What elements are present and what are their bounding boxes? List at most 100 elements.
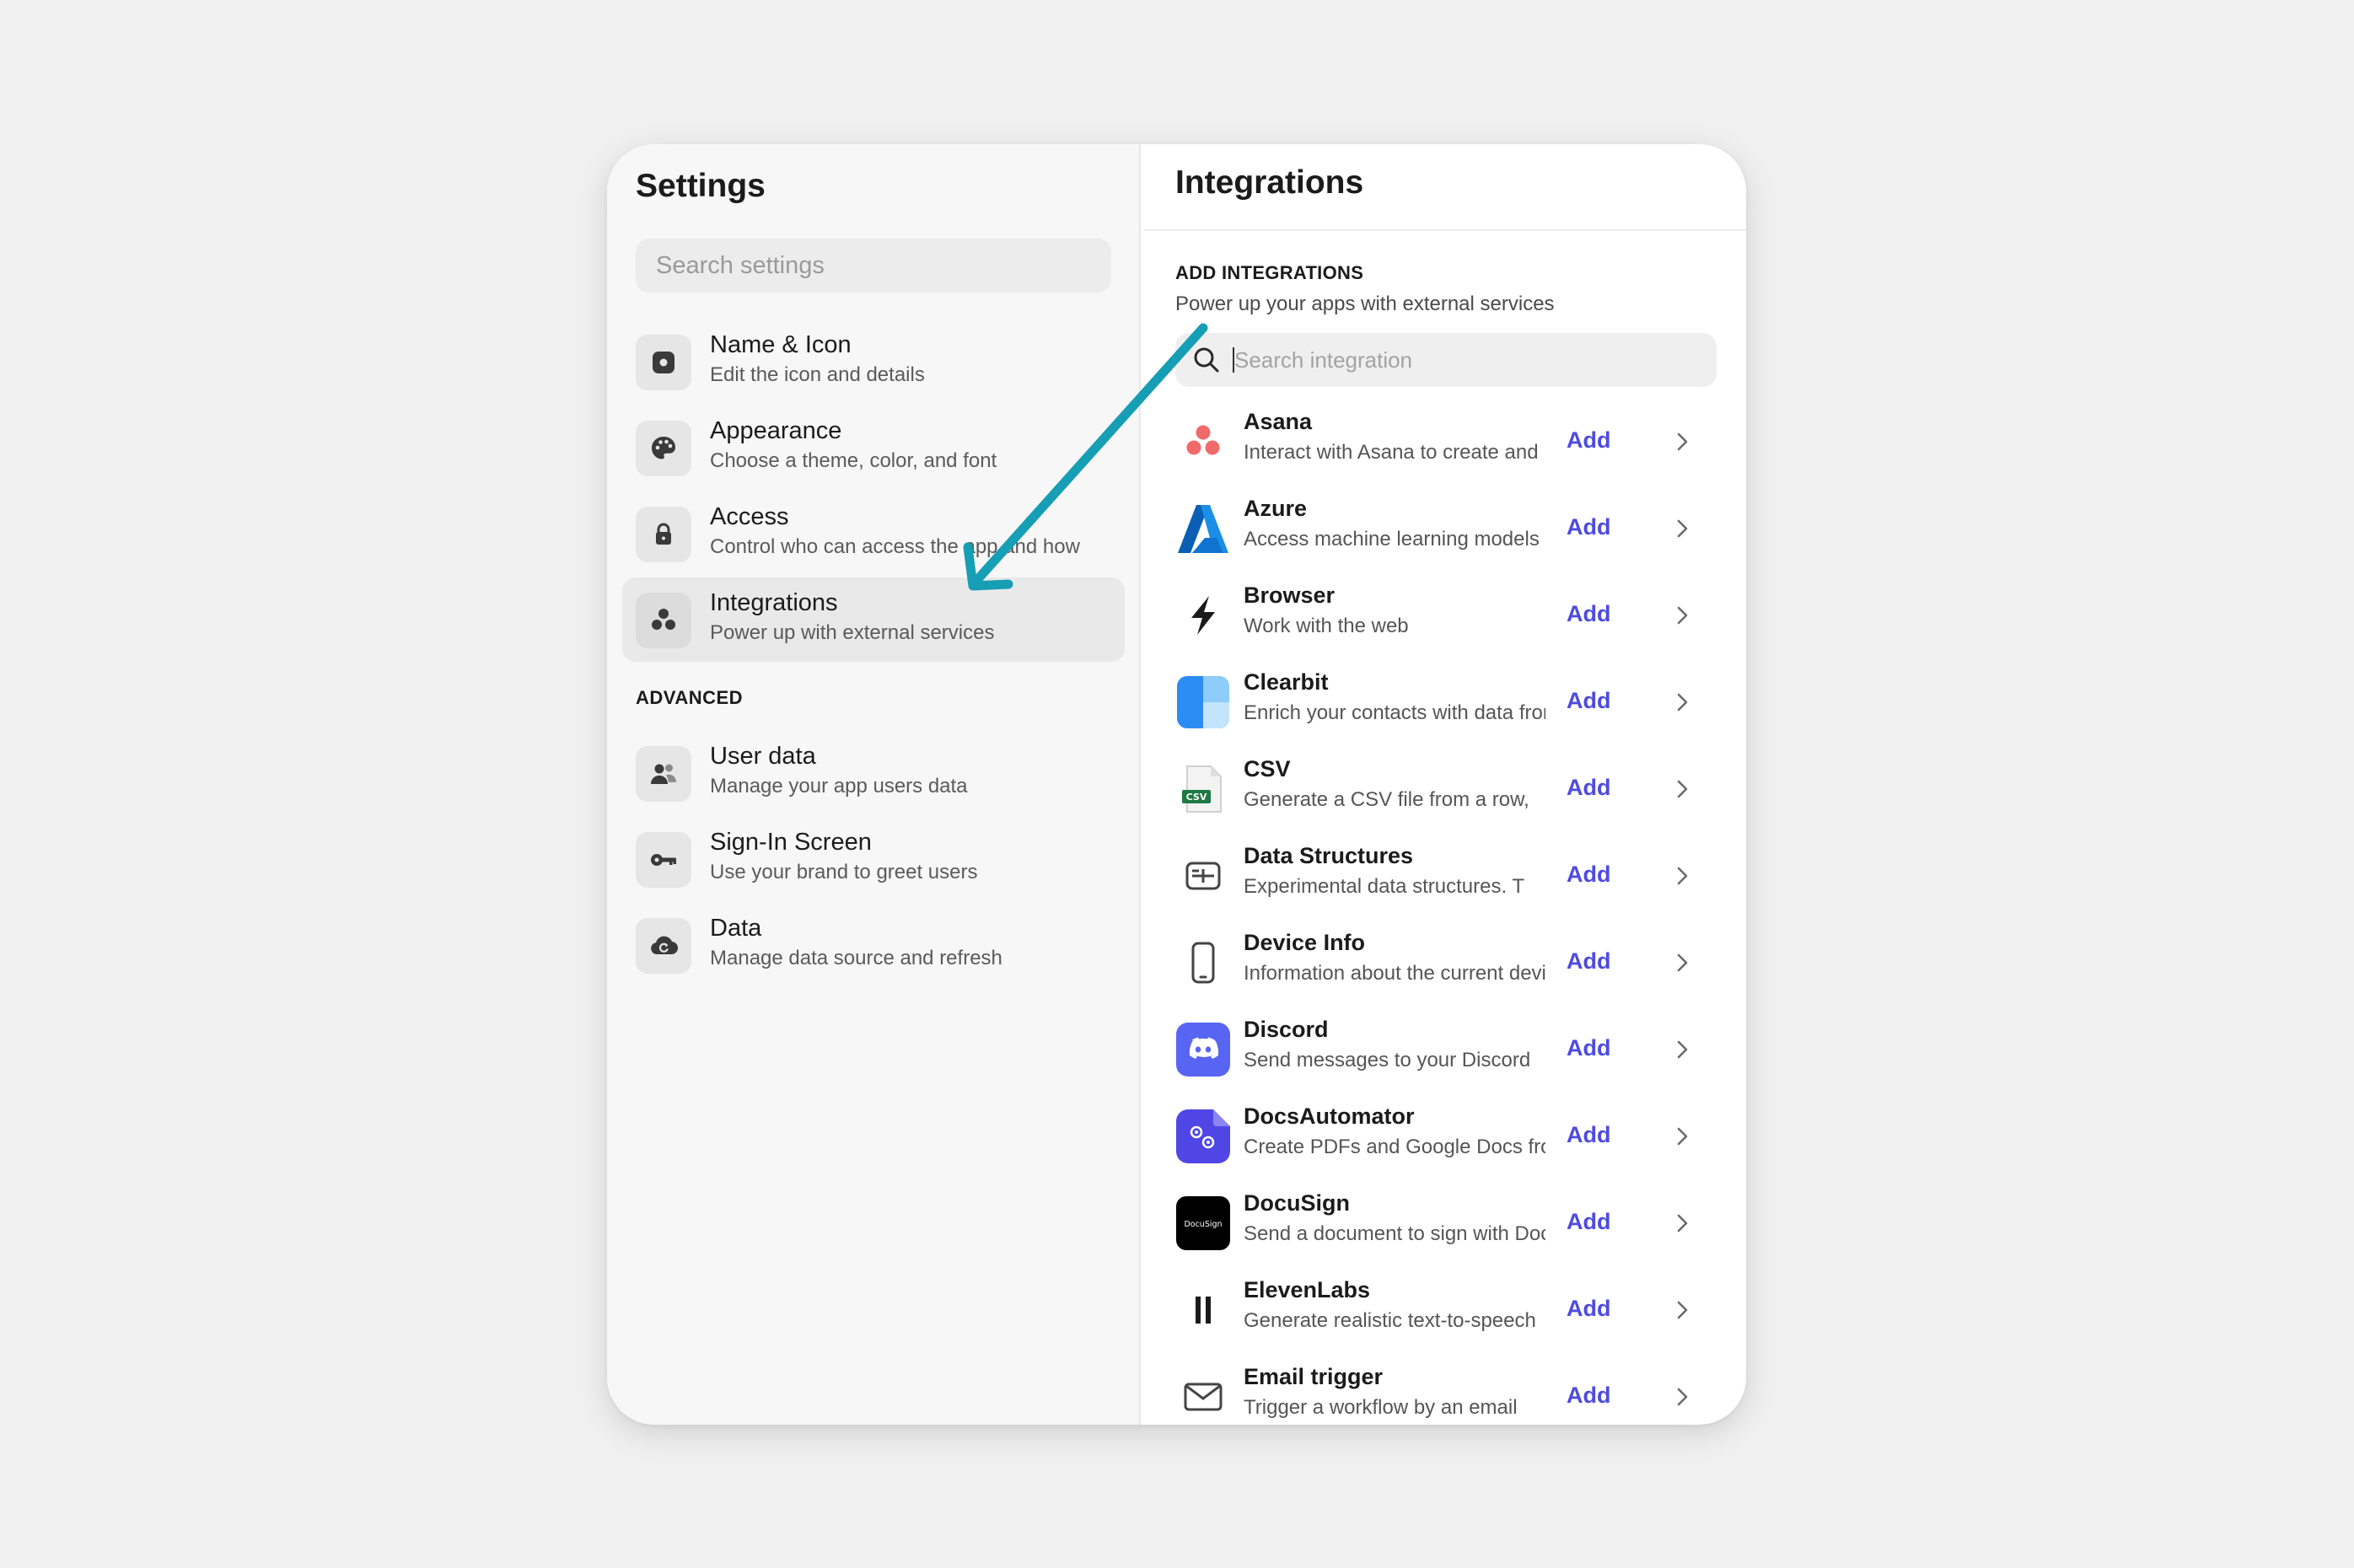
panel-divider	[1143, 229, 1746, 231]
add-integration-button[interactable]: Add	[1567, 514, 1610, 540]
add-integrations-heading: ADD INTEGRATIONS	[1175, 262, 1364, 283]
nav-item-appearance[interactable]: Appearance Choose a theme, color, and fo…	[622, 405, 1125, 490]
integration-name: Browser	[1244, 583, 1336, 608]
integration-name: CSV	[1244, 756, 1291, 781]
integration-row-docusign[interactable]: DocuSign DocuSign Send a document to sign …	[1172, 1180, 1728, 1267]
add-integration-button[interactable]: Add	[1567, 601, 1610, 627]
chevron-right-icon[interactable]	[1669, 690, 1695, 715]
nav-item-description: Control who can access the app and how	[710, 535, 1080, 558]
integration-name: Discord	[1244, 1017, 1329, 1042]
nav-item-label: Name & Icon	[710, 331, 852, 358]
integration-search-placeholder: Search integration	[1234, 346, 1413, 373]
integration-description: Trigger a workflow by an email	[1244, 1396, 1518, 1419]
add-integration-button[interactable]: Add	[1567, 1035, 1610, 1061]
nav-item-description: Choose a theme, color, and font	[710, 449, 997, 472]
chevron-right-icon[interactable]	[1669, 429, 1695, 454]
integration-description: Send messages to your Discord	[1244, 1049, 1531, 1071]
settings-search-input[interactable]: Search settings	[636, 239, 1111, 293]
app-icon	[636, 335, 691, 390]
integration-row-device-info[interactable]: Device Info Information about the current…	[1172, 920, 1728, 1007]
integration-name: DocuSign	[1244, 1190, 1350, 1216]
integration-description: Enrich your contacts with data from	[1244, 701, 1545, 724]
add-integration-button[interactable]: Add	[1567, 1209, 1610, 1235]
integration-name: DocsAutomator	[1244, 1104, 1415, 1129]
chevron-right-icon[interactable]	[1669, 1297, 1695, 1323]
integration-name: Asana	[1244, 409, 1313, 434]
chevron-right-icon[interactable]	[1669, 1211, 1695, 1236]
integration-row-docsautomator[interactable]: DocsAutomator Create PDFs and Google Docs…	[1172, 1093, 1728, 1180]
nav-item-label: Data	[710, 915, 762, 942]
integration-row-csv[interactable]: CSV CSV Generate a CSV file from a row, Add	[1172, 746, 1728, 833]
add-integration-button[interactable]: Add	[1567, 1383, 1610, 1409]
integration-row-discord[interactable]: Discord Send messages to your Discord Add	[1172, 1007, 1728, 1093]
integration-name: Device Info	[1244, 930, 1366, 955]
integration-row-browser[interactable]: Browser Work with the web Add	[1172, 572, 1728, 659]
nav-item-name-icon[interactable]: Name & Icon Edit the icon and details	[622, 320, 1125, 404]
docusign-icon: DocuSign	[1175, 1195, 1231, 1251]
csv-badge-text: CSV	[1186, 792, 1207, 803]
nav-item-sign-in-screen[interactable]: Sign-In Screen Use your brand to greet u…	[622, 817, 1125, 901]
sidebar-title: Settings	[636, 168, 766, 204]
integration-row-email-trigger[interactable]: Email trigger Trigger a workflow by an em…	[1172, 1354, 1728, 1425]
add-integration-button[interactable]: Add	[1567, 427, 1610, 454]
integration-row-azure[interactable]: Azure Access machine learning models Add	[1172, 486, 1728, 572]
azure-icon	[1175, 501, 1231, 556]
nav-item-description: Power up with external services	[710, 621, 995, 644]
nav-item-description: Edit the icon and details	[710, 363, 925, 386]
device-icon	[1175, 935, 1231, 991]
chevron-right-icon[interactable]	[1669, 603, 1695, 628]
nav-item-label: Appearance	[710, 417, 842, 444]
palette-icon	[636, 421, 691, 476]
discord-icon	[1175, 1022, 1231, 1077]
nav-item-description: Manage data source and refresh	[710, 947, 1002, 969]
csv-icon: CSV	[1175, 761, 1231, 817]
chevron-right-icon[interactable]	[1669, 863, 1695, 889]
asana-icon	[1175, 414, 1231, 470]
integration-description: Generate realistic text-to-speech	[1244, 1309, 1536, 1332]
add-integration-button[interactable]: Add	[1567, 948, 1610, 975]
docusign-badge-text: DocuSign	[1184, 1220, 1222, 1229]
chevron-right-icon[interactable]	[1669, 1124, 1695, 1149]
add-integration-button[interactable]: Add	[1567, 1296, 1610, 1322]
add-integration-button[interactable]: Add	[1567, 1122, 1610, 1148]
chevron-right-icon[interactable]	[1669, 776, 1695, 802]
panel-title: Integrations	[1175, 164, 1364, 201]
add-integration-button[interactable]: Add	[1567, 862, 1610, 888]
lock-icon	[636, 507, 691, 562]
chevron-right-icon[interactable]	[1669, 1037, 1695, 1062]
cloud-sync-icon	[636, 918, 691, 974]
docsautomator-icon	[1175, 1109, 1231, 1164]
integration-row-data-structures[interactable]: Data Structures Experimental data structu…	[1172, 833, 1728, 920]
search-icon	[1194, 347, 1219, 373]
integration-description: Work with the web	[1244, 615, 1409, 637]
integration-description: Generate a CSV file from a row,	[1244, 788, 1529, 811]
integration-row-asana[interactable]: Asana Interact with Asana to create and Ad…	[1172, 399, 1728, 486]
nav-item-description: Use your brand to greet users	[710, 861, 978, 883]
integration-search-input[interactable]: Search integration	[1175, 333, 1717, 387]
advanced-section-heading: ADVANCED	[636, 687, 744, 708]
settings-sidebar: Settings Search settings Name & Icon Edi…	[607, 144, 1141, 1425]
nav-item-user-data[interactable]: User data Manage your app users data	[622, 731, 1125, 815]
email-icon	[1175, 1369, 1231, 1425]
nav-item-label: Sign-In Screen	[710, 829, 872, 856]
add-integrations-subheading: Power up your apps with external service…	[1175, 293, 1555, 315]
add-integration-button[interactable]: Add	[1567, 775, 1610, 801]
integration-name: Clearbit	[1244, 669, 1329, 695]
integration-description: Interact with Asana to create and	[1244, 441, 1539, 464]
integrations-icon	[636, 593, 691, 648]
nav-item-integrations[interactable]: Integrations Power up with external serv…	[622, 577, 1125, 662]
key-icon	[636, 832, 691, 888]
nav-item-access[interactable]: Access Control who can access the app an…	[622, 491, 1125, 576]
integration-row-clearbit[interactable]: Clearbit Enrich your contacts with data f…	[1172, 659, 1728, 746]
chevron-right-icon[interactable]	[1669, 950, 1695, 975]
integration-description: Create PDFs and Google Docs from	[1244, 1136, 1545, 1158]
chevron-right-icon[interactable]	[1669, 1384, 1695, 1410]
settings-window: Settings Search settings Name & Icon Edi…	[607, 144, 1746, 1425]
add-integration-button[interactable]: Add	[1567, 688, 1610, 714]
nav-item-data[interactable]: Data Manage data source and refresh	[622, 903, 1125, 987]
chevron-right-icon[interactable]	[1669, 516, 1695, 541]
integration-name: Data Structures	[1244, 843, 1414, 868]
integration-row-elevenlabs[interactable]: ElevenLabs Generate realistic text-to-spe…	[1172, 1267, 1728, 1354]
elevenlabs-icon	[1175, 1282, 1231, 1338]
integration-description: Access machine learning models	[1244, 528, 1540, 550]
